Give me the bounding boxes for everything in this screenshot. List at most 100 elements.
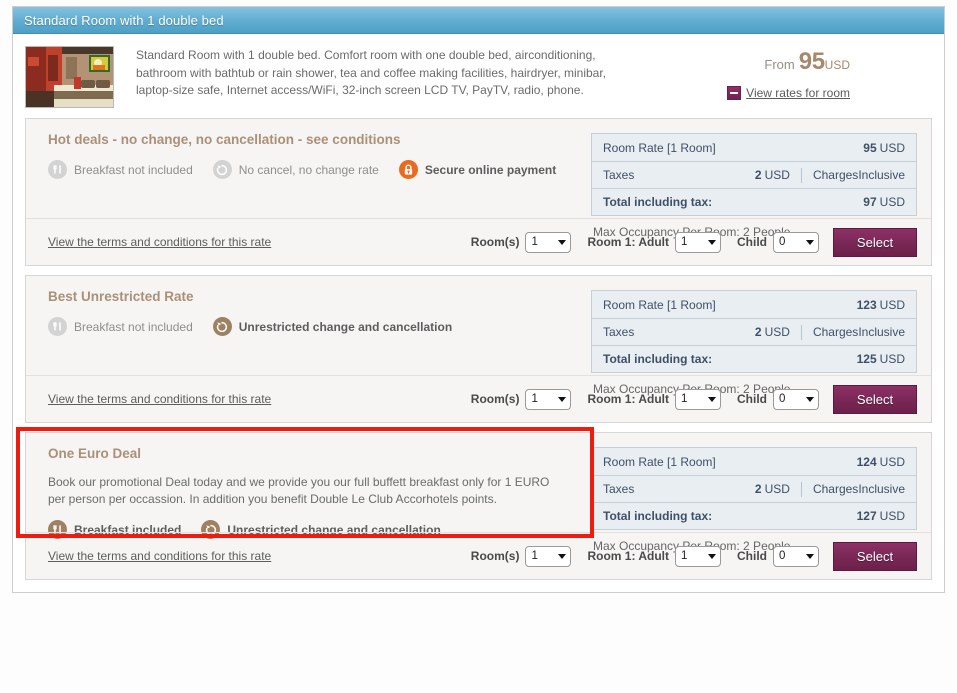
taxes-label: Taxes (603, 168, 635, 182)
room-rate-label: Room Rate [1 Room] (603, 297, 716, 312)
room-rate-currency: USD (879, 140, 905, 155)
child-label: Child (737, 549, 767, 563)
rooms-label: Room(s) (470, 549, 520, 563)
terms-and-conditions-link[interactable]: View the terms and conditions for this r… (48, 235, 271, 249)
taxes-value: 2 (754, 325, 762, 339)
adult-select[interactable]: 1 (675, 388, 721, 410)
taxes-label: Taxes (603, 482, 635, 496)
amenity-label: Secure online payment (424, 162, 557, 177)
divider (800, 167, 802, 183)
chevron-down-icon (806, 553, 814, 559)
price-row-total: Total including tax: 97 USD (592, 188, 916, 215)
adult-select-value: 1 (681, 550, 688, 562)
child-select-value: 0 (779, 236, 786, 248)
rate-footer: View the terms and conditions for this r… (26, 532, 931, 579)
price-row-total: Total including tax: 125 USD (592, 345, 916, 372)
rooms-select-value: 1 (531, 236, 538, 248)
child-select-value: 0 (779, 550, 786, 562)
chevron-down-icon (558, 553, 567, 559)
view-rates-label[interactable]: View rates for room (746, 86, 850, 100)
from-currency: USD (824, 58, 850, 72)
taxes-currency: USD (764, 325, 790, 339)
select-button[interactable]: Select (833, 384, 917, 414)
child-select[interactable]: 0 (773, 545, 819, 567)
divider (800, 481, 802, 497)
booking-controls: Room(s) 1 Room 1: Adult 1 Child 0 Select (470, 541, 917, 571)
adult-select-value: 1 (681, 393, 688, 405)
page-title: Standard Room with 1 double bed (24, 12, 224, 28)
total-label: Total including tax: (603, 195, 713, 209)
rate-block: Best Unrestricted Rate Breakfast not incl… (25, 275, 932, 423)
rate-footer: View the terms and conditions for this r… (26, 218, 931, 265)
charges-value: Inclusive (858, 482, 905, 496)
room-photo-svg (26, 47, 113, 107)
room-price-column: From 95USD View rates for room (644, 46, 854, 108)
total-value: 127 (856, 509, 877, 523)
charges-label: Charges (812, 325, 859, 339)
adult-select[interactable]: 1 (675, 231, 721, 253)
total-currency: USD (879, 352, 905, 366)
rooms-label: Room(s) (470, 235, 520, 249)
rooms-select-value: 1 (531, 393, 538, 405)
taxes-value: 2 (754, 482, 762, 496)
adult-select[interactable]: 1 (675, 545, 721, 567)
room-panel: Standard Room with 1 double bed Standard… (12, 6, 945, 593)
child-label: Child (737, 392, 767, 406)
from-price-line: From 95USD (644, 50, 850, 74)
amenity-label: Breakfast not included (74, 162, 193, 177)
total-label: Total including tax: (603, 509, 713, 523)
view-rates-for-room[interactable]: View rates for room (644, 86, 850, 100)
minus-icon[interactable] (727, 86, 742, 100)
lock-icon (398, 160, 418, 179)
no-cancel-icon (212, 160, 232, 179)
taxes-currency: USD (764, 168, 790, 182)
charges-label: Charges (812, 168, 859, 182)
room-rate-label: Room Rate [1 Room] (603, 454, 716, 469)
total-label: Total including tax: (603, 352, 713, 366)
room-rate-currency: USD (879, 454, 905, 469)
cutlery-icon (48, 160, 67, 179)
room-summary: Standard Room with 1 double bed. Comfort… (13, 34, 944, 118)
child-select-value: 0 (779, 393, 786, 405)
price-row-total: Total including tax: 127 USD (592, 502, 916, 529)
charges-value: Inclusive (858, 325, 905, 339)
divider (800, 324, 802, 340)
rooms-select[interactable]: 1 (525, 388, 572, 410)
child-select[interactable]: 0 (773, 231, 819, 253)
rooms-label: Room(s) (470, 392, 520, 406)
amenity-lock: Secure online payment (398, 160, 557, 179)
amenity-list: Breakfast not included No cancel, no chan… (48, 160, 569, 179)
room-description: Standard Room with 1 double bed. Comfort… (136, 48, 607, 97)
from-label: From (764, 57, 795, 72)
room-header: Standard Room with 1 double bed (13, 7, 944, 34)
price-row-taxes-charges: Taxes 2 USD Charges Inclusive (592, 161, 916, 188)
adult-select-value: 1 (681, 236, 688, 248)
select-button[interactable]: Select (833, 541, 917, 571)
chevron-down-icon (806, 396, 814, 402)
price-row-room-rate: Room Rate [1 Room] 123 USD (592, 291, 916, 318)
rate-title: Best Unrestricted Rate (48, 289, 194, 304)
price-table: Room Rate [1 Room] 123 USD Taxes 2 USD Charges… (591, 290, 917, 373)
room-rate-value: 123 (856, 297, 877, 312)
room-thumbnail-image[interactable] (25, 46, 114, 108)
select-button[interactable]: Select (833, 227, 917, 257)
total-currency: USD (879, 509, 905, 523)
cutlery-icon (48, 317, 67, 336)
room-rate-value: 95 (863, 140, 877, 155)
price-table: Room Rate [1 Room] 124 USD Taxes 2 USD Charges… (591, 447, 917, 530)
rooms-select-value: 1 (531, 550, 538, 562)
total-value: 97 (863, 195, 877, 209)
terms-and-conditions-link[interactable]: View the terms and conditions for this r… (48, 549, 271, 563)
rooms-select[interactable]: 1 (525, 545, 572, 567)
booking-controls: Room(s) 1 Room 1: Adult 1 Child 0 Select (470, 384, 917, 414)
booking-controls: Room(s) 1 Room 1: Adult 1 Child 0 Select (470, 227, 917, 257)
taxes-label: Taxes (603, 325, 635, 339)
rooms-select[interactable]: 1 (525, 231, 572, 253)
total-value: 125 (856, 352, 877, 366)
chevron-down-icon (558, 396, 567, 402)
child-select[interactable]: 0 (773, 388, 819, 410)
child-label: Child (737, 235, 767, 249)
chevron-down-icon (708, 553, 716, 559)
amenity-list: Breakfast not included Unrestricted chang… (48, 317, 569, 336)
terms-and-conditions-link[interactable]: View the terms and conditions for this r… (48, 392, 271, 406)
